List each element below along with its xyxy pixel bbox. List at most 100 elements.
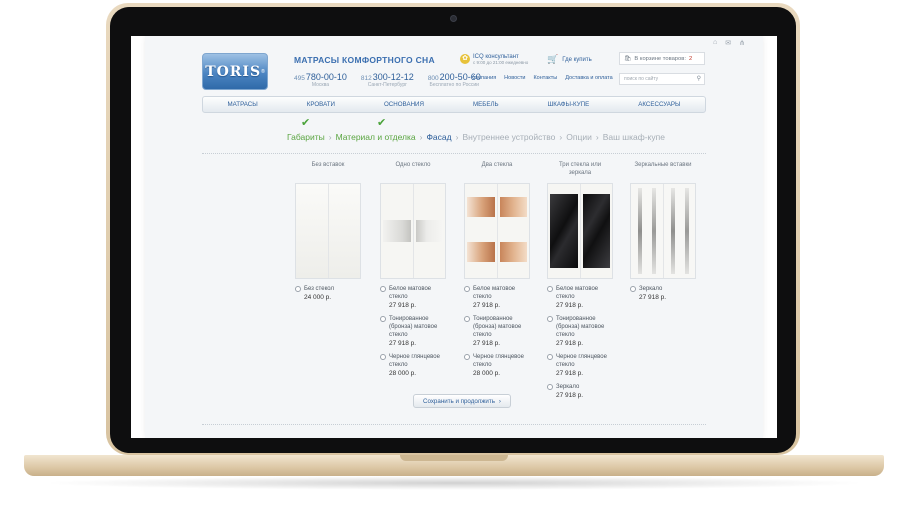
option-item[interactable]: Зеркало 27 918 р. <box>547 383 613 400</box>
facade-column-one-glass: Одно стекло Белое матовое стекло 27 918 … <box>380 161 446 383</box>
radio-button[interactable] <box>464 354 470 360</box>
radio-button[interactable] <box>547 316 553 322</box>
option-price: 27 918 р. <box>556 340 584 347</box>
facade-preview[interactable] <box>295 183 361 279</box>
nav-item-accessories[interactable]: АКСЕССУАРЫ <box>638 101 680 108</box>
option-item[interactable]: Черное глянцевое стекло 28 000 р. <box>380 353 446 378</box>
phone-number: 300-12-12 <box>372 72 414 82</box>
option-item[interactable]: Белое матовое стекло 27 918 р. <box>380 285 446 310</box>
divider <box>202 153 706 154</box>
step-dimensions[interactable]: Габариты <box>287 132 325 142</box>
laptop-shadow <box>40 476 868 490</box>
glass-insert <box>383 220 411 242</box>
nav-item-mattresses[interactable]: МАТРАСЫ <box>228 101 258 108</box>
laptop-notch <box>400 455 508 461</box>
basket-icon: 🛍 <box>624 55 632 62</box>
save-and-continue-button[interactable]: Сохранить и продолжить › <box>413 394 511 408</box>
option-item[interactable]: Черное глянцевое стекло 28 000 р. <box>464 353 530 378</box>
chevron-right-icon: › <box>419 132 423 142</box>
door-panel <box>579 184 613 278</box>
option-item[interactable]: Белое матовое стекло 27 918 р. <box>547 285 613 310</box>
home-icon[interactable]: ⌂ <box>713 39 717 47</box>
nav-item-wardrobes[interactable]: ШКАФЫ-КУПЕ <box>548 101 590 108</box>
step-facade[interactable]: Фасад <box>426 132 451 142</box>
mail-icon[interactable]: ✉ <box>725 39 731 47</box>
chevron-right-icon: › <box>498 397 501 405</box>
top-icons: ⌂ ✉ ⋔ <box>713 39 745 47</box>
cart-summary[interactable]: 🛍 В корзине товаров: 2 <box>619 52 705 65</box>
facade-preview[interactable] <box>380 183 446 279</box>
icq-consultant[interactable]: ✿ ICQ консультант с 9:00 до 21:00 ежедне… <box>460 54 528 65</box>
option-label: Без стекол <box>304 286 334 292</box>
where-to-buy-link[interactable]: 🛒 Где купить <box>547 54 592 65</box>
option-label: Тонированное (бронза) матовое стекло <box>556 316 605 338</box>
chevron-right-icon: › <box>595 132 599 142</box>
radio-button[interactable] <box>547 384 553 390</box>
option-item[interactable]: Тонированное (бронза) матовое стекло 27 … <box>380 315 446 348</box>
logo-mark: ® <box>261 68 265 75</box>
cart-icon: 🛒 <box>547 54 559 64</box>
option-item[interactable]: Тонированное (бронза) матовое стекло 27 … <box>547 315 613 348</box>
option-label: Черное глянцевое стекло <box>389 354 440 368</box>
consultant-hours: с 9:00 до 21:00 ежедневно <box>473 60 529 65</box>
radio-button[interactable] <box>380 286 386 292</box>
facade-column-no-inserts: Без вставок Без стекол 24 000 р. <box>295 161 361 307</box>
where-to-buy-label: Где купить <box>562 56 592 63</box>
facade-column-mirror-inserts: Зеркальные вставки Зеркало 27 918 р. <box>630 161 696 307</box>
radio-button[interactable] <box>464 316 470 322</box>
column-title: Без вставок <box>311 162 345 168</box>
mirror-strip <box>684 188 689 274</box>
option-price: 28 000 р. <box>473 370 501 377</box>
search-input[interactable]: поиск по сайту ⚲ <box>619 73 705 85</box>
bronze-glass-insert <box>467 197 495 217</box>
subnav-item[interactable]: Контакты <box>533 75 557 81</box>
phone-code: 495 <box>294 75 305 82</box>
radio-button[interactable] <box>547 354 553 360</box>
camera-icon <box>450 15 457 22</box>
option-item[interactable]: Без стекол 24 000 р. <box>295 285 361 302</box>
door-panel <box>496 184 529 278</box>
step-material[interactable]: Материал и отделка <box>336 132 416 142</box>
logo[interactable]: TORIS ® <box>202 53 268 90</box>
subnav-item[interactable]: Новости <box>504 75 525 81</box>
door-panel <box>296 184 328 278</box>
wizard-steps: Габариты › Материал и отделка › Фасад › … <box>287 132 665 142</box>
search-icon[interactable]: ⚲ <box>697 74 701 85</box>
cart-count: 2 <box>688 55 693 62</box>
option-item[interactable]: Черное глянцевое стекло 27 918 р. <box>547 353 613 378</box>
radio-button[interactable] <box>380 316 386 322</box>
chevron-right-icon: › <box>559 132 563 142</box>
cart-label: В корзине товаров: <box>634 55 686 62</box>
subnav-item[interactable]: Доставка и оплата <box>565 75 612 81</box>
nav-item-bases[interactable]: ОСНОВАНИЯ <box>384 101 424 108</box>
radio-button[interactable] <box>464 286 470 292</box>
nav-item-beds[interactable]: КРОВАТИ <box>307 101 335 108</box>
glass-insert <box>415 220 443 242</box>
option-item[interactable]: Зеркало 27 918 р. <box>630 285 696 302</box>
sitemap-icon[interactable]: ⋔ <box>739 39 745 47</box>
radio-button[interactable] <box>380 354 386 360</box>
radio-button[interactable] <box>630 286 636 292</box>
brand-title: МАТРАСЫ КОМФОРТНОГО СНА <box>294 55 435 65</box>
subnav-item[interactable]: Компания <box>471 75 496 81</box>
option-label: Тонированное (бронза) матовое стекло <box>389 316 438 338</box>
option-label: Черное глянцевое стекло <box>556 354 607 368</box>
option-price: 27 918 р. <box>556 370 584 377</box>
facade-preview[interactable] <box>630 183 696 279</box>
door-panel <box>548 184 580 278</box>
phones: 495780-00-10 Москва 812300-12-12 Санкт-П… <box>294 72 481 88</box>
phone-spb: 812300-12-12 Санкт-Петербург <box>361 72 414 88</box>
logo-text: TORIS <box>205 63 262 80</box>
facade-preview[interactable] <box>464 183 530 279</box>
chevron-right-icon: › <box>328 132 332 142</box>
nav-item-furniture[interactable]: МЕБЕЛЬ <box>473 101 499 108</box>
radio-button[interactable] <box>547 286 553 292</box>
door-panel <box>381 184 413 278</box>
facade-preview[interactable] <box>547 183 613 279</box>
facade-column-three-glass: Три стекла или зеркала Белое матовое сте… <box>547 161 613 405</box>
facade-column-two-glass: Два стекла Белое матовое стекло 27 918 р… <box>464 161 530 383</box>
option-item[interactable]: Белое матовое стекло 27 918 р. <box>464 285 530 310</box>
option-item[interactable]: Тонированное (бронза) матовое стекло 27 … <box>464 315 530 348</box>
phone-number: 780-00-10 <box>305 72 347 82</box>
radio-button[interactable] <box>295 286 301 292</box>
